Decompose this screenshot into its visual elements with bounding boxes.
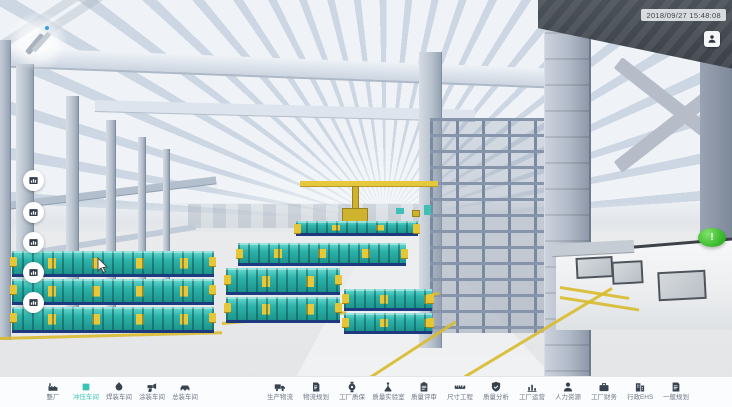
die-stack xyxy=(226,268,340,325)
steel-column xyxy=(0,40,11,340)
truck-icon xyxy=(274,380,286,393)
flask-icon xyxy=(382,380,394,393)
bottom-toolbar: 整厂 冲压车间焊装车间涂装车间总装车间 生产物流 物流规划 工厂质保质量实验室质量评审… xyxy=(0,376,732,407)
toolbar-item-label: 整厂 xyxy=(46,393,59,401)
toolbar-item-quality-lab[interactable]: 质量实验室 xyxy=(370,377,406,402)
document-icon xyxy=(310,380,322,393)
user-icon xyxy=(707,34,717,44)
toolbar-item-assembly-workshop[interactable]: 总装车间 xyxy=(168,377,201,402)
painting-icon xyxy=(146,380,158,393)
small-equipment xyxy=(396,208,404,214)
workshop-group: 整厂 冲压车间焊装车间涂装车间总装车间 xyxy=(36,377,201,402)
stamping-icon xyxy=(80,380,92,393)
toolbar-item-label: 尺寸工程 xyxy=(447,393,473,401)
user-button[interactable] xyxy=(704,31,720,47)
digital-twin-app: ! 2018/09/27 15:48:08 整厂 冲压车间焊装车间涂装车间总装车间… xyxy=(0,0,732,407)
shield-icon xyxy=(490,380,502,393)
toolbar-item-label: 行政EHS xyxy=(627,393,653,401)
toolbar-item-logistics-planning[interactable]: 物流规划 xyxy=(298,377,334,402)
toolbar-item-factory-finance[interactable]: 工厂财务 xyxy=(586,377,622,402)
briefcase-icon xyxy=(598,380,610,393)
panel-chart-icon xyxy=(28,207,39,218)
office-window xyxy=(611,260,643,285)
toolbar-item-quality-analysis[interactable]: 质量分析 xyxy=(478,377,514,402)
assembly-icon xyxy=(179,380,191,393)
clipboard-icon xyxy=(418,380,430,393)
toolbar-item-production-logistics[interactable]: 生产物流 xyxy=(262,377,298,402)
small-equipment xyxy=(424,205,431,215)
toolbar-item-label: 一般规划 xyxy=(663,393,689,401)
welding-icon xyxy=(113,380,125,393)
toolbar-item-label: 工厂财务 xyxy=(591,393,617,401)
toolbar-item-label: 质量实验室 xyxy=(372,393,404,401)
person-icon xyxy=(562,380,574,393)
toolbar-item-admin-ehs[interactable]: 行政EHS xyxy=(622,377,658,402)
toolbar-item-label: 冲压车间 xyxy=(73,393,99,401)
building-icon xyxy=(634,380,646,393)
toolbar-item-factory-operations[interactable]: 工厂运营 xyxy=(514,377,550,402)
factory-icon xyxy=(47,380,59,393)
panel-chart-icon xyxy=(28,237,39,248)
die-stack xyxy=(12,251,214,335)
toolbar-item-label: 焊装车间 xyxy=(106,393,132,401)
toolbar-item-label: 生产物流 xyxy=(267,393,293,401)
toolbar-item-label: 工厂运营 xyxy=(519,393,545,401)
watch-icon xyxy=(346,380,358,393)
panel-chart-icon xyxy=(28,175,39,186)
main-steel-column xyxy=(544,6,591,396)
toolbar-item-label: 涂装车间 xyxy=(139,393,165,401)
side-button-data-panel-4[interactable] xyxy=(23,262,44,283)
toolbar-item-whole-plant[interactable]: 整厂 xyxy=(36,377,69,402)
toolbar-item-label: 工厂质保 xyxy=(339,393,365,401)
side-button-data-panel-3[interactable] xyxy=(23,232,44,253)
storage-rack xyxy=(430,118,548,333)
side-button-data-panel-2[interactable] xyxy=(23,202,44,223)
panel-chart-icon xyxy=(28,267,39,278)
small-equipment xyxy=(412,210,420,217)
toolbar-item-quality-review[interactable]: 质量评审 xyxy=(406,377,442,402)
toolbar-item-human-resources[interactable]: 人力资源 xyxy=(550,377,586,402)
monorail-beam xyxy=(300,181,438,187)
ruler-icon xyxy=(454,380,466,393)
toolbar-item-welding-workshop[interactable]: 焊装车间 xyxy=(102,377,135,402)
office-window xyxy=(575,256,613,279)
timestamp: 2018/09/27 15:48:08 xyxy=(641,9,726,21)
toolbar-item-label: 质量分析 xyxy=(483,393,509,401)
panel-chart-icon xyxy=(28,297,39,308)
3d-viewport[interactable]: ! xyxy=(0,0,732,407)
die-stack xyxy=(296,221,418,236)
toolbar-item-label: 人力资源 xyxy=(555,393,581,401)
toolbar-item-stamping-workshop[interactable]: 冲压车间 xyxy=(69,377,102,402)
toolbar-item-general-planning[interactable]: 一般规划 xyxy=(658,377,694,402)
logo-dot xyxy=(45,26,49,30)
toolbar-item-painting-workshop[interactable]: 涂装车间 xyxy=(135,377,168,402)
toolbar-item-dimensional-engineering[interactable]: 尺寸工程 xyxy=(442,377,478,402)
die-stack xyxy=(238,243,406,267)
bar-chart-icon xyxy=(526,380,538,393)
toolbar-item-label: 总装车间 xyxy=(172,393,198,401)
toolbar-item-label: 物流规划 xyxy=(303,393,329,401)
module-group: 生产物流 物流规划 工厂质保质量实验室质量评审 尺寸工程 质量分析 工厂运营 人力资源 工厂财… xyxy=(262,377,694,402)
side-button-data-panel-1[interactable] xyxy=(23,170,44,191)
office-window xyxy=(657,270,706,301)
alert-marker[interactable]: ! xyxy=(698,228,726,247)
die-stack xyxy=(344,289,432,335)
toolbar-item-label: 质量评审 xyxy=(411,393,437,401)
planning-icon xyxy=(670,380,682,393)
toolbar-item-factory-quality-assurance[interactable]: 工厂质保 xyxy=(334,377,370,402)
side-button-data-panel-5[interactable] xyxy=(23,292,44,313)
logo-glow xyxy=(8,12,68,70)
mouse-cursor xyxy=(97,257,109,278)
